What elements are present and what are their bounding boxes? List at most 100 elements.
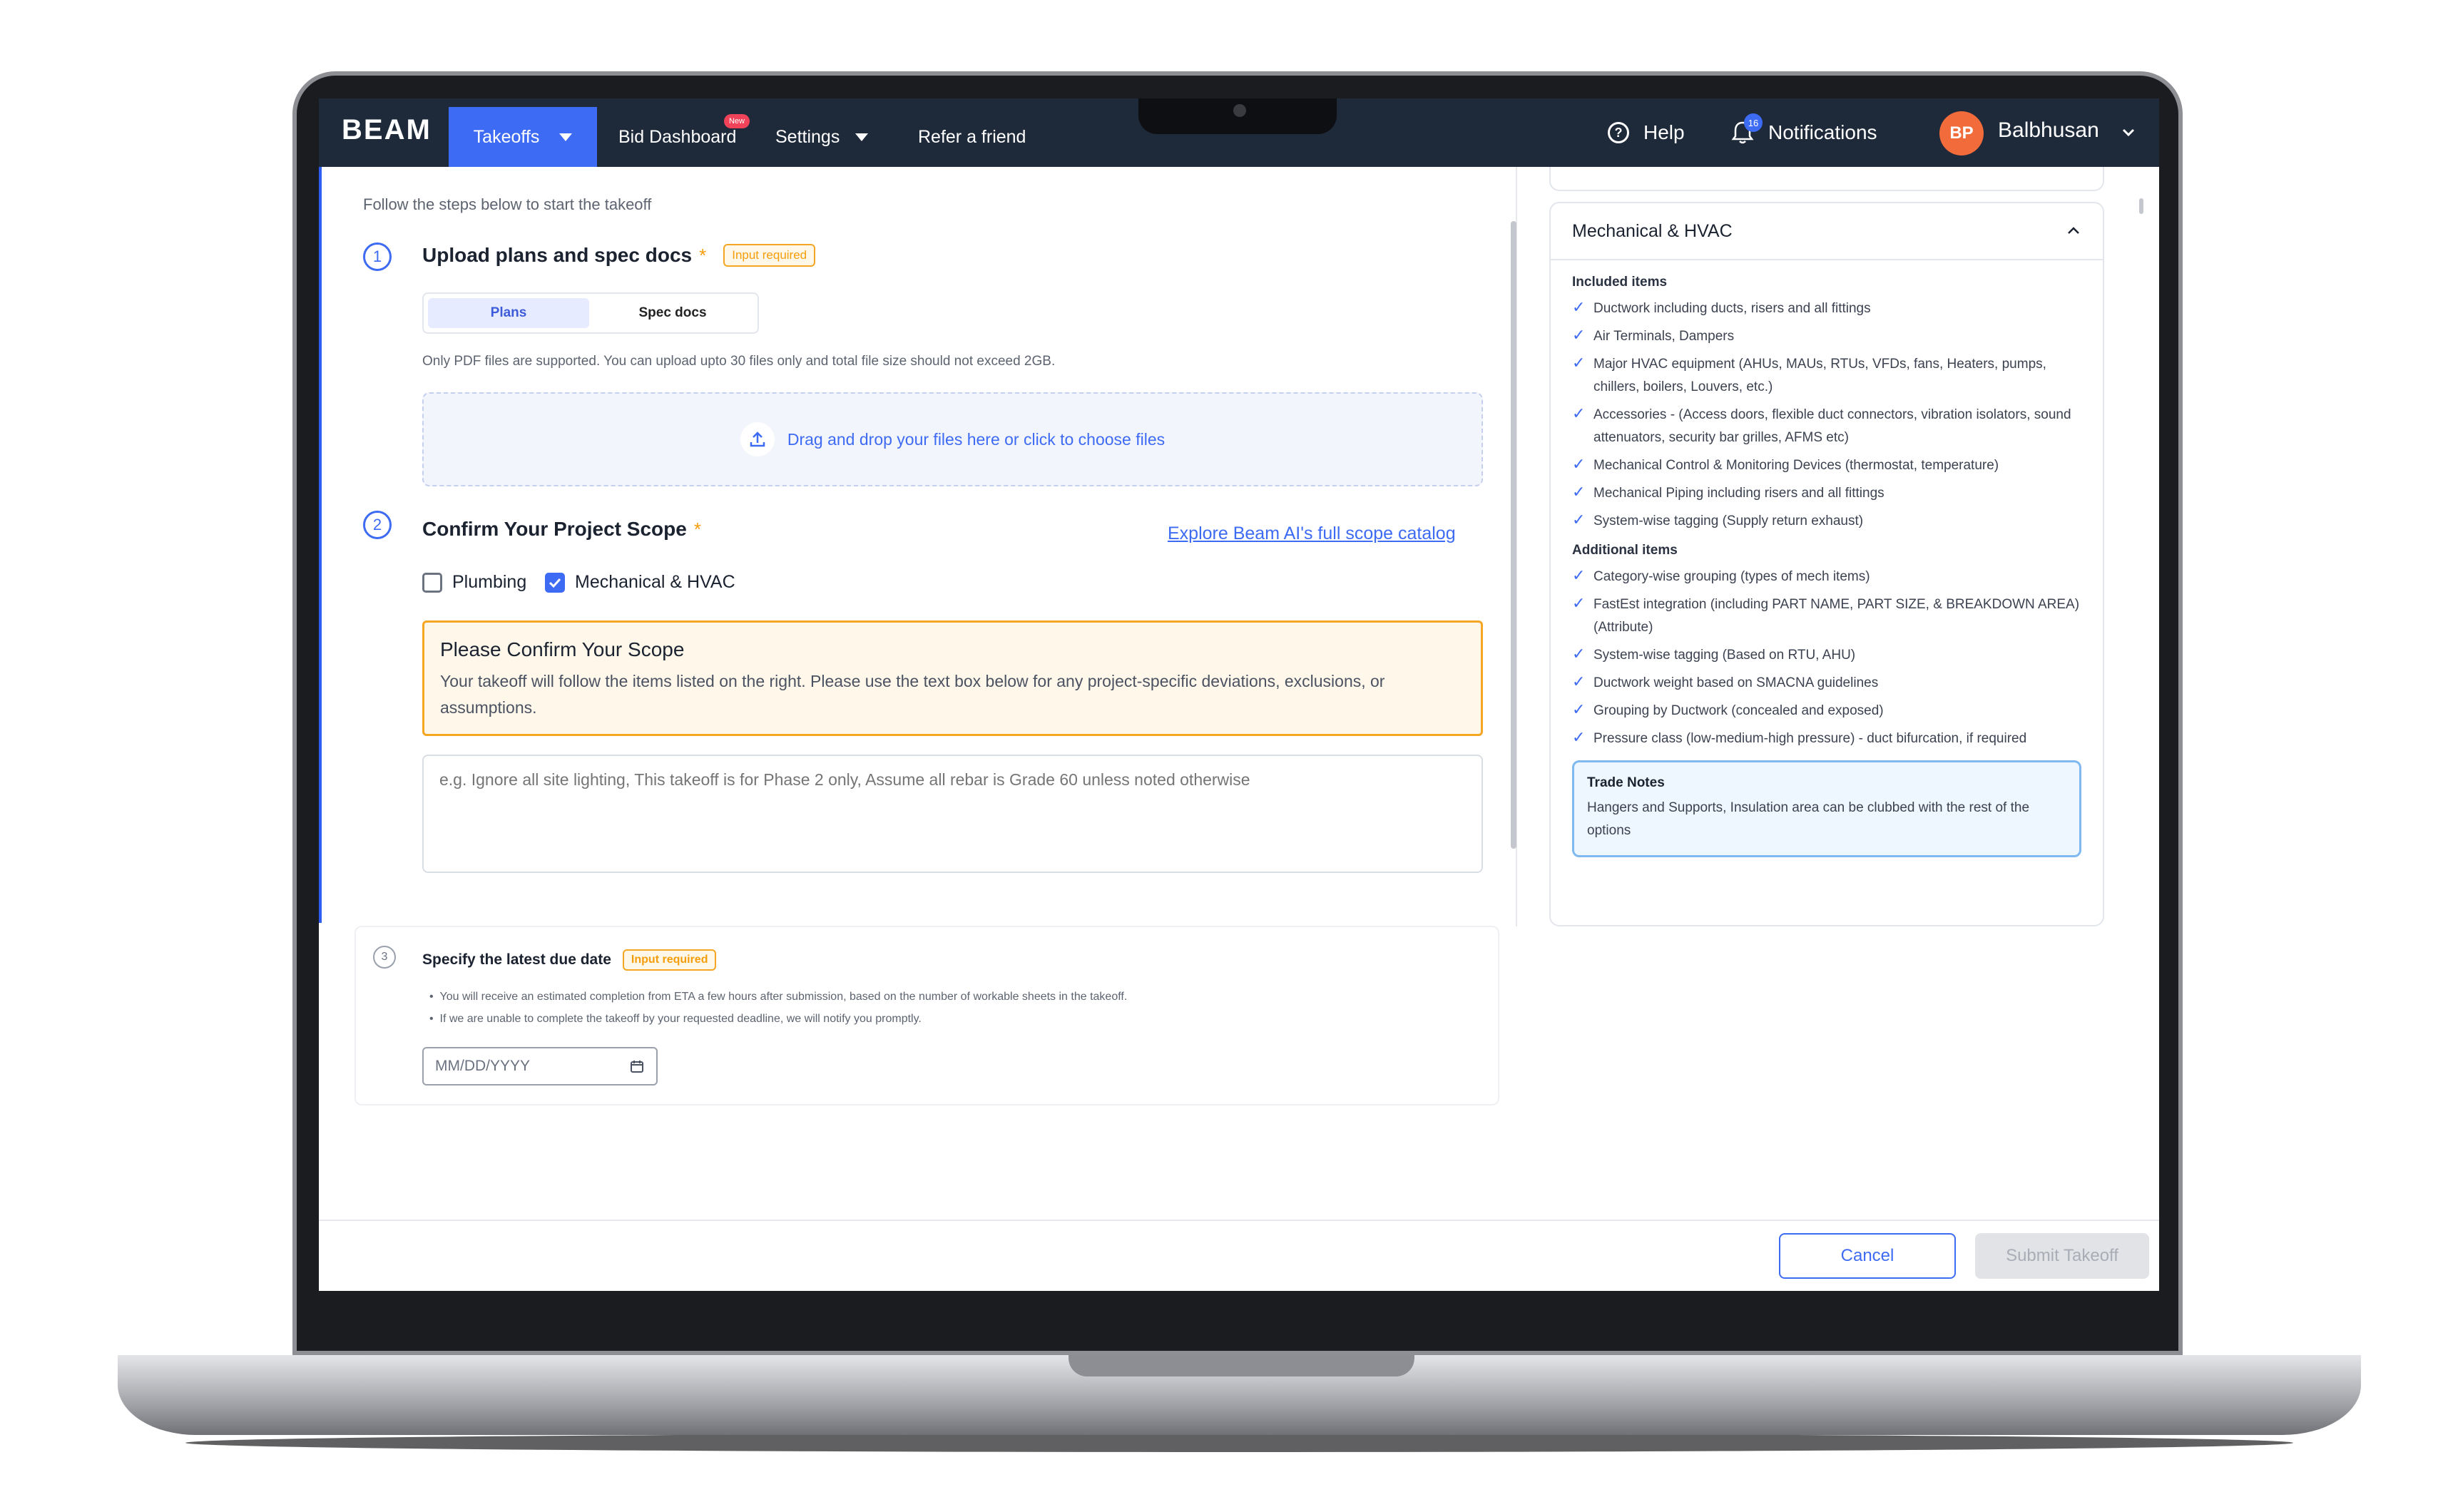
avatar[interactable]: BP <box>1939 111 1984 155</box>
chevron-down-icon <box>855 133 869 141</box>
list-item: ✓ Mechanical Piping including risers and … <box>1572 482 2081 505</box>
list-item: ✓ Category-wise grouping (types of mech i… <box>1572 566 2081 588</box>
help-label: Help <box>1643 121 1685 143</box>
step-2-header: Confirm Your Project Scope * <box>422 518 701 541</box>
checkmark-icon <box>549 578 561 588</box>
list-item: ✓ System-wise tagging (Supply return exha… <box>1572 510 2081 533</box>
tab-spec-docs[interactable]: Spec docs <box>592 298 753 328</box>
scope-catalog-link[interactable]: Explore Beam AI's full scope catalog <box>1168 523 1456 544</box>
date-placeholder: MM/DD/YYYY <box>435 1058 531 1074</box>
check-icon: ✓ <box>1572 404 1586 422</box>
list-item: ✓ Major HVAC equipment (AHUs, MAUs, RTUs,… <box>1572 353 2081 399</box>
trade-notes-text: Hangers and Supports, Insulation area ca… <box>1587 800 2030 838</box>
scope-panel-header[interactable]: Mechanical & HVAC <box>1551 203 2103 260</box>
included-items-title: Included items <box>1572 275 1668 290</box>
step-1-header: Upload plans and spec docs * Input requi… <box>422 244 816 267</box>
input-required-badge: Input required <box>723 244 816 267</box>
nav-takeoffs-label: Takeoffs <box>473 126 540 147</box>
check-icon: ✓ <box>1572 354 1586 372</box>
plumbing-checkbox[interactable] <box>422 572 442 593</box>
plumbing-checkbox-row[interactable]: Plumbing <box>422 572 526 593</box>
check-icon: ✓ <box>1572 483 1586 501</box>
nav-refer-label: Refer a friend <box>918 126 1026 147</box>
laptop-shadow <box>185 1434 2293 1452</box>
check-icon: ✓ <box>1572 645 1586 663</box>
help-button[interactable]: ? Help <box>1608 118 1685 147</box>
list-item: • If we are unable to complete the takeo… <box>429 1013 922 1025</box>
check-icon: ✓ <box>1572 594 1586 612</box>
tab-plans[interactable]: Plans <box>428 298 589 328</box>
scope-panel-title: Mechanical & HVAC <box>1572 220 1733 241</box>
step-1-indicator: 1 <box>363 242 392 271</box>
additional-items-list: ✓ Category-wise grouping (types of mech i… <box>1572 566 2081 750</box>
list-item: ✓ Pressure class (low-medium-high pressur… <box>1572 727 2081 750</box>
step-3-header: Specify the latest due date Input requir… <box>422 949 717 971</box>
upload-icon <box>740 422 775 456</box>
user-name[interactable]: Balbhusan <box>1998 118 2099 143</box>
scope-notes-textarea[interactable] <box>422 755 1483 873</box>
required-star: * <box>699 244 707 266</box>
check-icon: ✓ <box>1572 728 1586 746</box>
left-accent-bar <box>319 167 322 923</box>
file-upload-note: Only PDF files are supported. You can up… <box>422 354 1056 369</box>
list-item: • You will receive an estimated completi… <box>429 991 1128 1003</box>
confirm-scope-title: Please Confirm Your Scope <box>440 638 685 660</box>
beam-logo[interactable]: BEAM <box>342 114 432 151</box>
intro-text: Follow the steps below to start the take… <box>363 195 652 213</box>
check-icon: ✓ <box>1572 326 1586 344</box>
left-scrollbar[interactable] <box>1511 221 1516 849</box>
check-icon: ✓ <box>1572 673 1586 690</box>
list-item: ✓ Ductwork including ducts, risers and al… <box>1572 297 2081 320</box>
included-items-list: ✓ Ductwork including ducts, risers and al… <box>1572 297 2081 533</box>
check-icon: ✓ <box>1572 700 1586 718</box>
right-scrollbar[interactable] <box>2139 198 2143 214</box>
doc-type-tabs: Plans Spec docs <box>422 292 759 334</box>
nav-settings[interactable]: Settings <box>775 107 869 167</box>
check-icon: ✓ <box>1572 455 1586 473</box>
list-item: ✓ Grouping by Ductwork (concealed and exp… <box>1572 700 2081 722</box>
cancel-button[interactable]: Cancel <box>1779 1233 1956 1279</box>
nav-takeoffs[interactable]: Takeoffs <box>449 107 597 167</box>
mech-hvac-checkbox-row[interactable]: Mechanical & HVAC <box>545 572 735 593</box>
chevron-down-icon[interactable] <box>2121 124 2136 140</box>
trade-notes-title: Trade Notes <box>1587 775 1665 790</box>
bell-icon: 16 <box>1731 113 1763 145</box>
due-date-notes: • You will receive an estimated completi… <box>429 986 1127 1030</box>
mech-hvac-label: Mechanical & HVAC <box>575 572 735 592</box>
notifications-button[interactable]: 16 Notifications <box>1731 113 1877 147</box>
camera-icon <box>1233 104 1246 117</box>
step-1-title: Upload plans and spec docs <box>422 244 693 266</box>
list-item: ✓ Ductwork weight based on SMACNA guideli… <box>1572 672 2081 695</box>
additional-items-title: Additional items <box>1572 543 1678 558</box>
due-date-input[interactable]: MM/DD/YYYY <box>422 1047 658 1086</box>
notification-count-badge: 16 <box>1744 113 1763 132</box>
check-icon: ✓ <box>1572 566 1586 584</box>
notifications-label: Notifications <box>1768 121 1877 143</box>
trade-notes-box: Trade Notes Hangers and Supports, Insula… <box>1572 760 2081 857</box>
calendar-icon[interactable] <box>629 1058 645 1074</box>
nav-bid-dashboard-label: Bid Dashboard <box>618 126 737 147</box>
confirm-scope-callout: Please Confirm Your Scope Your takeoff w… <box>422 620 1483 736</box>
nav-refer-friend[interactable]: Refer a friend <box>918 107 1026 167</box>
plumbing-label: Plumbing <box>452 572 527 592</box>
chevron-up-icon[interactable] <box>2066 223 2081 239</box>
submit-takeoff-button[interactable]: Submit Takeoff <box>1975 1233 2149 1279</box>
list-item: ✓ Accessories - (Access doors, flexible d… <box>1572 404 2081 449</box>
step-2-indicator: 2 <box>363 511 392 539</box>
laptop-screen: BEAM Takeoffs Bid Dashboard New Settings… <box>319 98 2159 1291</box>
step-3-title: Specify the latest due date <box>422 951 611 968</box>
check-icon: ✓ <box>1572 511 1586 528</box>
confirm-scope-text: Your takeoff will follow the items liste… <box>440 672 1385 717</box>
check-icon: ✓ <box>1572 298 1586 316</box>
file-dropzone[interactable]: Drag and drop your files here or click t… <box>422 392 1483 486</box>
step-3-indicator: 3 <box>373 946 396 969</box>
dropzone-label: Drag and drop your files here or click t… <box>787 429 1166 449</box>
mech-hvac-checkbox[interactable] <box>545 572 565 593</box>
required-star: * <box>693 518 701 540</box>
nav-bid-dashboard[interactable]: Bid Dashboard <box>618 107 736 167</box>
help-icon: ? <box>1608 122 1629 143</box>
nav-settings-label: Settings <box>775 126 840 147</box>
laptop-hinge-notch <box>1069 1355 1414 1376</box>
previous-trade-card <box>1549 167 2104 191</box>
new-badge: New <box>724 114 750 128</box>
